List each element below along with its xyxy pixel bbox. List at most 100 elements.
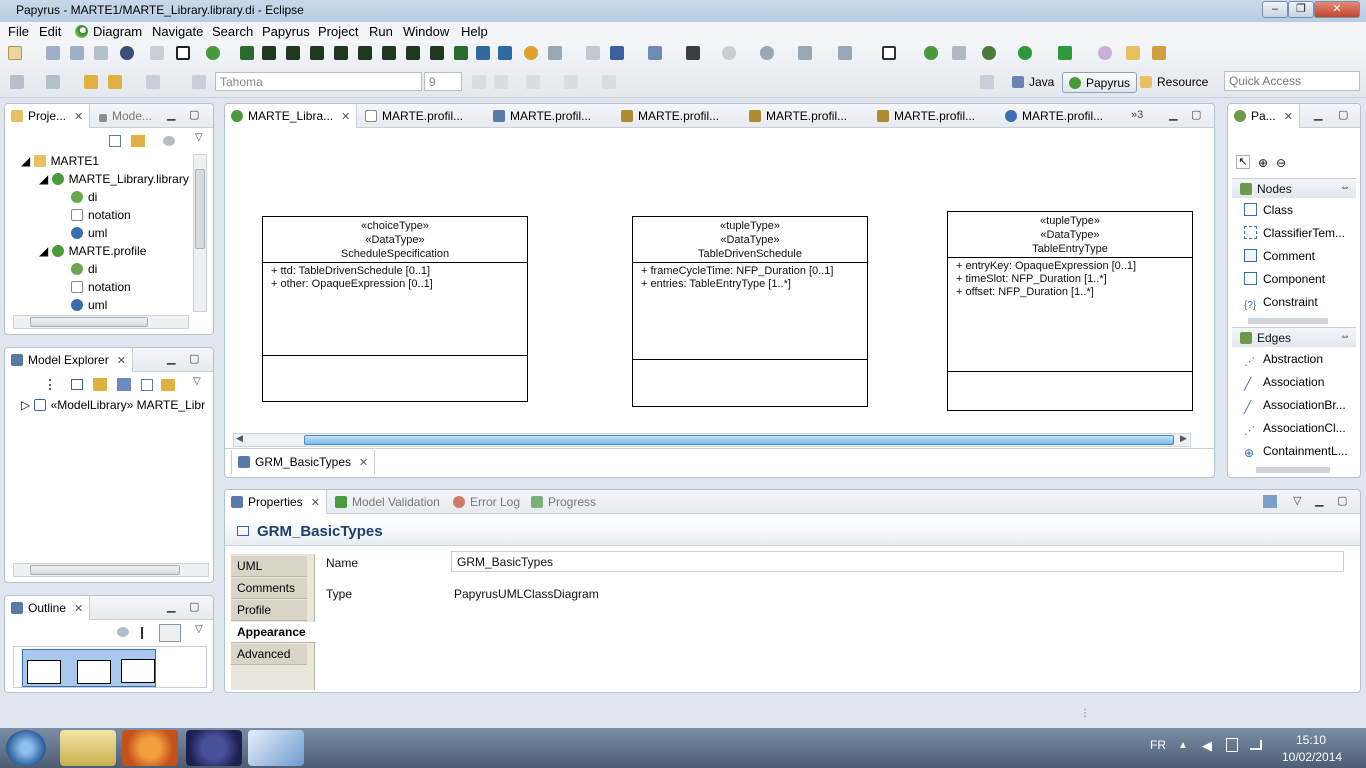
side-tab-comments[interactable]: Comments — [231, 578, 307, 599]
minimize-icon[interactable]: ▁ — [167, 600, 175, 613]
size-icon-2[interactable] — [838, 46, 852, 60]
vertical-scrollbar[interactable] — [1194, 132, 1208, 432]
wand-icon[interactable] — [952, 46, 966, 60]
outline-overview[interactable] — [13, 646, 207, 688]
layout-icon-6[interactable] — [358, 46, 372, 60]
status-drag-handle[interactable]: ⋮ — [1080, 708, 1090, 719]
start-button[interactable] — [6, 730, 46, 766]
tree-item-model-library[interactable]: ▷ «ModelLibrary» MARTE_Libr — [21, 398, 205, 412]
filter-icon[interactable] — [117, 627, 129, 637]
grid-icon[interactable] — [610, 46, 624, 60]
open-perspective-icon[interactable] — [980, 75, 994, 89]
line-color-icon[interactable] — [602, 75, 616, 89]
run-icon[interactable] — [1018, 46, 1032, 60]
palette-tool-component[interactable]: Component — [1244, 272, 1325, 286]
tab-model-validation[interactable]: Model Validation — [329, 490, 446, 514]
size-icon[interactable] — [798, 46, 812, 60]
scroll-thumb[interactable] — [304, 435, 1174, 445]
link-editor-icon[interactable] — [131, 135, 145, 147]
arrow-icon[interactable] — [548, 46, 562, 60]
scroll-thumb[interactable] — [30, 317, 148, 327]
tab-marte-profile-2[interactable]: MARTE.profil... — [487, 104, 597, 128]
tab-diagram-grm-basictypes[interactable]: GRM_BasicTypes ✕ — [231, 450, 376, 474]
perspective-papyrus[interactable]: Papyrus — [1062, 72, 1138, 93]
menu-diagram[interactable]: Diagram — [93, 24, 142, 39]
pin-icon[interactable]: ⇔ — [1340, 182, 1350, 193]
font-icon[interactable] — [192, 75, 206, 89]
attribute[interactable]: + other: OpaqueExpression [0..1] — [271, 278, 519, 291]
tab-palette[interactable]: Pa... ✕ — [1228, 104, 1300, 128]
bug-icon[interactable] — [982, 46, 996, 60]
fill-color-icon[interactable] — [564, 75, 578, 89]
side-tab-profile[interactable]: Profile — [231, 600, 307, 621]
italic-icon[interactable] — [494, 75, 508, 89]
save-icon[interactable] — [46, 46, 60, 60]
palette-tool-class[interactable]: Class — [1244, 203, 1293, 217]
menu-help[interactable]: Help — [461, 24, 488, 39]
debug-icon[interactable] — [120, 46, 134, 60]
layout-icon-4[interactable] — [310, 46, 324, 60]
tab-marte-profile-5[interactable]: MARTE.profil... — [871, 104, 981, 128]
palette-tool-association-class[interactable]: ⋰ AssociationCl... — [1244, 421, 1346, 437]
collapse-all-icon[interactable] — [141, 379, 153, 391]
palette-scroll-indicator[interactable] — [1256, 467, 1330, 473]
tab-overflow-button[interactable]: »3 — [1131, 109, 1143, 121]
pin-icon[interactable]: ⇔ — [1340, 331, 1350, 342]
tab-marte-profile-1[interactable]: MARTE.profil... — [359, 104, 469, 128]
clock-date[interactable]: 10/02/2014 — [1282, 750, 1342, 764]
tab-outline[interactable]: Outline ✕ — [5, 596, 91, 620]
list-icon[interactable] — [49, 379, 61, 390]
sort-icon[interactable] — [117, 378, 131, 391]
palette-tool-association[interactable]: ╱ Association — [1244, 375, 1324, 391]
open-folder-icon[interactable] — [1126, 46, 1140, 60]
clock-time[interactable]: 15:10 — [1296, 733, 1326, 747]
palette-tool-association-branch[interactable]: ╱ AssociationBr... — [1244, 398, 1346, 414]
scroll-thumb[interactable] — [30, 565, 180, 575]
bold-icon[interactable] — [472, 75, 486, 89]
tree-item-di[interactable]: di — [71, 262, 97, 276]
paint-taskbar-button[interactable] — [248, 730, 304, 766]
back-arrow-icon[interactable] — [108, 75, 122, 89]
arrange-icon[interactable] — [686, 46, 700, 60]
align-icon[interactable] — [586, 46, 600, 60]
class-schedule-specification[interactable]: «choiceType» «DataType» ScheduleSpecific… — [262, 216, 528, 402]
font-color-icon[interactable] — [526, 75, 540, 89]
papyrus-icon-2[interactable] — [924, 46, 938, 60]
maximize-icon[interactable]: ▢ — [189, 352, 199, 365]
maximize-icon[interactable]: ▢ — [189, 108, 199, 121]
layout-icon-3[interactable] — [286, 46, 300, 60]
tree-item-uml[interactable]: uml — [71, 298, 107, 312]
attribute-compartment[interactable]: + ttd: TableDrivenSchedule [0..1] + othe… — [263, 263, 527, 356]
scroll-left-icon[interactable]: ◀ — [236, 433, 243, 444]
forward-arrow-icon[interactable] — [146, 75, 160, 89]
nav-icon-2[interactable] — [46, 75, 60, 89]
scroll-right-icon[interactable]: ▶ — [1180, 433, 1187, 444]
attribute[interactable]: + frameCycleTime: NFP_Duration [0..1] — [641, 265, 859, 278]
tab-marte-library[interactable]: MARTE_Libra... ✕ — [225, 104, 358, 128]
view-menu-icon[interactable]: ▽ — [1293, 494, 1301, 507]
menu-search[interactable]: Search — [212, 24, 253, 39]
collapse-all-icon[interactable] — [109, 135, 121, 147]
tree-item-notation[interactable]: notation — [71, 208, 131, 222]
minimize-icon[interactable]: ▁ — [167, 108, 175, 121]
tab-marte-profile-6[interactable]: MARTE.profil... — [999, 104, 1109, 128]
tree-item-di[interactable]: di — [71, 190, 97, 204]
minimize-button[interactable]: – — [1262, 1, 1288, 18]
close-icon[interactable]: ✕ — [1284, 111, 1293, 123]
refresh-icon[interactable] — [524, 46, 538, 60]
tab-project-explorer[interactable]: Proje... ✕ — [5, 104, 91, 128]
quick-access-input[interactable]: Quick Access — [1224, 71, 1360, 91]
close-icon[interactable]: ✕ — [311, 497, 320, 509]
view-menu-icon[interactable]: ▽ — [195, 132, 203, 143]
firefox-taskbar-button[interactable] — [122, 730, 178, 766]
class-table-entry-type[interactable]: «tupleType» «DataType» TableEntryType + … — [947, 211, 1193, 411]
menu-papyrus[interactable]: Papyrus — [262, 24, 310, 39]
layout-icon-8[interactable] — [406, 46, 420, 60]
attribute-compartment[interactable]: + entryKey: OpaqueExpression [0..1] + ti… — [948, 258, 1192, 372]
minimize-icon[interactable]: ▁ — [1315, 494, 1323, 507]
menu-run[interactable]: Run — [369, 24, 393, 39]
maximize-button[interactable]: ❐ — [1288, 1, 1314, 18]
filter-icon[interactable] — [163, 136, 175, 146]
tree-item-marte-profile[interactable]: ◢ MARTE.profile — [39, 244, 146, 258]
show-hidden-icons[interactable]: ▲ — [1178, 740, 1188, 751]
